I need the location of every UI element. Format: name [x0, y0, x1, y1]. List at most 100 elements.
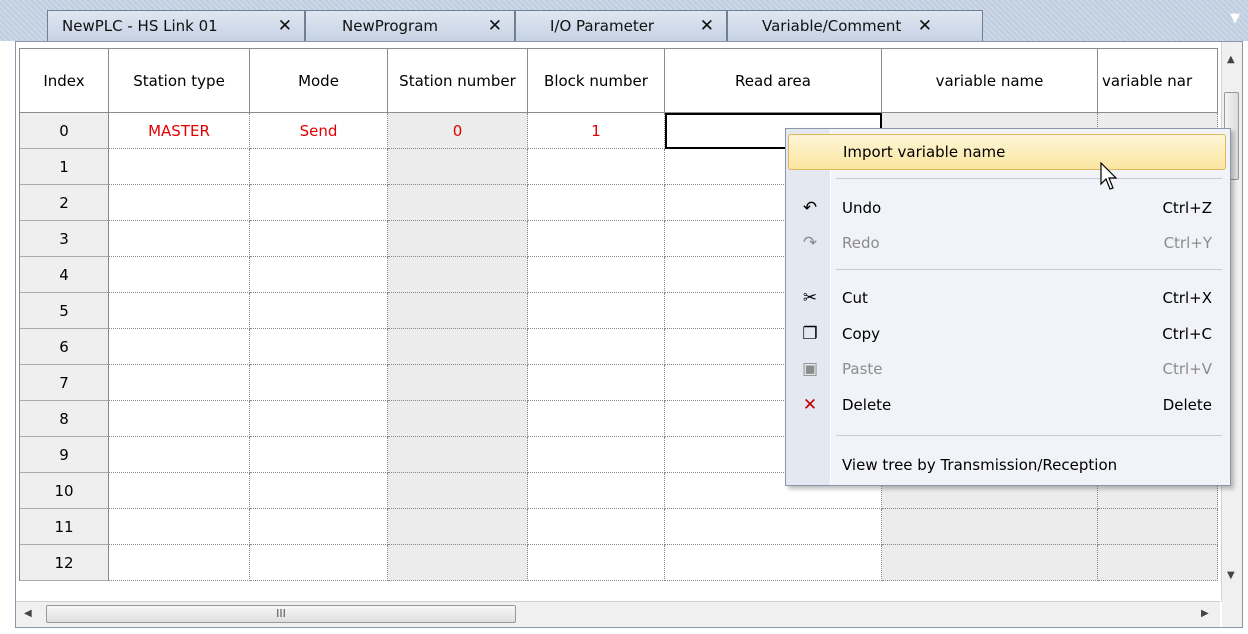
horizontal-scroll-thumb[interactable]: III [46, 605, 516, 623]
cell-block-number[interactable] [528, 185, 665, 221]
column-header-read-area[interactable]: Read area [665, 48, 882, 113]
cell-variable-name[interactable] [882, 509, 1098, 545]
cell-station-type[interactable] [109, 185, 250, 221]
menu-item-import-variable-name[interactable]: Import variable name [788, 134, 1226, 170]
cell-station-number[interactable] [388, 149, 528, 185]
column-header-block-number[interactable]: Block number [528, 48, 665, 113]
cell-block-number[interactable] [528, 149, 665, 185]
cell-block-number[interactable] [528, 293, 665, 329]
tab-newprogram[interactable]: NewProgram ✕ [305, 10, 515, 41]
cell-mode[interactable] [250, 149, 388, 185]
cell-station-type[interactable]: MASTER [109, 113, 250, 149]
cell-mode[interactable] [250, 401, 388, 437]
menu-item-delete[interactable]: ✕ Delete Delete [788, 387, 1226, 423]
menu-item-paste[interactable]: ▣ Paste Ctrl+V [788, 351, 1226, 387]
tab-io-parameter[interactable]: I/O Parameter ✕ [515, 10, 727, 41]
cell-index[interactable]: 3 [19, 221, 109, 257]
column-header-variable-name-2[interactable]: variable nar [1098, 48, 1218, 113]
cell-block-number[interactable] [528, 221, 665, 257]
menu-item-redo[interactable]: ↷ Redo Ctrl+Y [788, 225, 1226, 261]
cell-block-number[interactable] [528, 509, 665, 545]
cell-station-type[interactable] [109, 437, 250, 473]
cell-read-area[interactable] [665, 509, 882, 545]
cell-block-number[interactable] [528, 545, 665, 581]
cell-station-type[interactable] [109, 365, 250, 401]
cell-index[interactable]: 10 [19, 473, 109, 509]
cell-station-number[interactable] [388, 545, 528, 581]
column-header-mode[interactable]: Mode [250, 48, 388, 113]
cell-index[interactable]: 5 [19, 293, 109, 329]
cell-station-type[interactable] [109, 401, 250, 437]
scroll-up-icon[interactable]: ▲ [1227, 54, 1235, 65]
horizontal-scrollbar[interactable]: ◀ III ▶ [16, 601, 1220, 627]
cell-station-number[interactable] [388, 437, 528, 473]
cell-mode[interactable] [250, 257, 388, 293]
cell-block-number[interactable]: 1 [528, 113, 665, 149]
cell-station-type[interactable] [109, 149, 250, 185]
cell-mode[interactable] [250, 545, 388, 581]
cell-index[interactable]: 7 [19, 365, 109, 401]
cell-mode[interactable] [250, 221, 388, 257]
menu-item-copy[interactable]: ❐ Copy Ctrl+C [788, 316, 1226, 352]
cell-block-number[interactable] [528, 365, 665, 401]
cell-mode[interactable]: Send [250, 113, 388, 149]
cell-mode[interactable] [250, 437, 388, 473]
scroll-left-icon[interactable]: ◀ [24, 608, 32, 619]
column-header-station-number[interactable]: Station number [388, 48, 528, 113]
cell-station-type[interactable] [109, 293, 250, 329]
cell-index[interactable]: 2 [19, 185, 109, 221]
column-header-variable-name[interactable]: variable name [882, 48, 1098, 113]
cell-station-number[interactable] [388, 365, 528, 401]
cell-block-number[interactable] [528, 437, 665, 473]
column-header-index[interactable]: Index [19, 48, 109, 113]
tab-list-dropdown-icon[interactable]: ▼ [1230, 11, 1240, 26]
cell-block-number[interactable] [528, 473, 665, 509]
cell-station-number[interactable] [388, 293, 528, 329]
close-icon[interactable]: ✕ [700, 16, 714, 36]
cell-station-number[interactable] [388, 221, 528, 257]
cell-station-number[interactable] [388, 509, 528, 545]
cell-index[interactable]: 11 [19, 509, 109, 545]
cell-station-type[interactable] [109, 257, 250, 293]
tab-variable-comment[interactable]: Variable/Comment ✕ [727, 10, 983, 41]
menu-item-view-tree-by-transmission-reception[interactable]: View tree by Transmission/Reception [788, 447, 1226, 483]
close-icon[interactable]: ✕ [918, 16, 932, 36]
cell-mode[interactable] [250, 365, 388, 401]
cell-block-number[interactable] [528, 329, 665, 365]
menu-item-cut[interactable]: ✂ Cut Ctrl+X [788, 280, 1226, 316]
cell-index[interactable]: 6 [19, 329, 109, 365]
cell-station-type[interactable] [109, 221, 250, 257]
cell-variable-name-2[interactable] [1098, 545, 1218, 581]
tab-newplc-hs-link[interactable]: NewProgram NewPLC - HS Link 01 ✕ [47, 10, 305, 41]
cell-variable-name[interactable] [882, 545, 1098, 581]
cell-station-number[interactable] [388, 185, 528, 221]
cell-station-number[interactable] [388, 473, 528, 509]
cell-mode[interactable] [250, 473, 388, 509]
cell-index[interactable]: 12 [19, 545, 109, 581]
close-icon[interactable]: ✕ [278, 16, 292, 36]
menu-item-undo[interactable]: ↶ Undo Ctrl+Z [788, 190, 1226, 226]
cell-variable-name-2[interactable] [1098, 509, 1218, 545]
cell-read-area[interactable] [665, 545, 882, 581]
cell-index[interactable]: 4 [19, 257, 109, 293]
cell-block-number[interactable] [528, 257, 665, 293]
cell-station-number[interactable] [388, 329, 528, 365]
cell-station-number[interactable] [388, 401, 528, 437]
cell-block-number[interactable] [528, 401, 665, 437]
cell-mode[interactable] [250, 509, 388, 545]
cell-index[interactable]: 1 [19, 149, 109, 185]
scroll-right-icon[interactable]: ▶ [1201, 608, 1209, 619]
cell-station-type[interactable] [109, 545, 250, 581]
cell-station-number[interactable]: 0 [388, 113, 528, 149]
cell-index[interactable]: 8 [19, 401, 109, 437]
cell-index[interactable]: 0 [19, 113, 109, 149]
scroll-down-icon[interactable]: ▼ [1227, 570, 1235, 581]
cell-mode[interactable] [250, 329, 388, 365]
cell-mode[interactable] [250, 293, 388, 329]
cell-station-type[interactable] [109, 473, 250, 509]
cell-index[interactable]: 9 [19, 437, 109, 473]
cell-station-type[interactable] [109, 509, 250, 545]
close-icon[interactable]: ✕ [488, 16, 502, 36]
cell-station-number[interactable] [388, 257, 528, 293]
cell-station-type[interactable] [109, 329, 250, 365]
